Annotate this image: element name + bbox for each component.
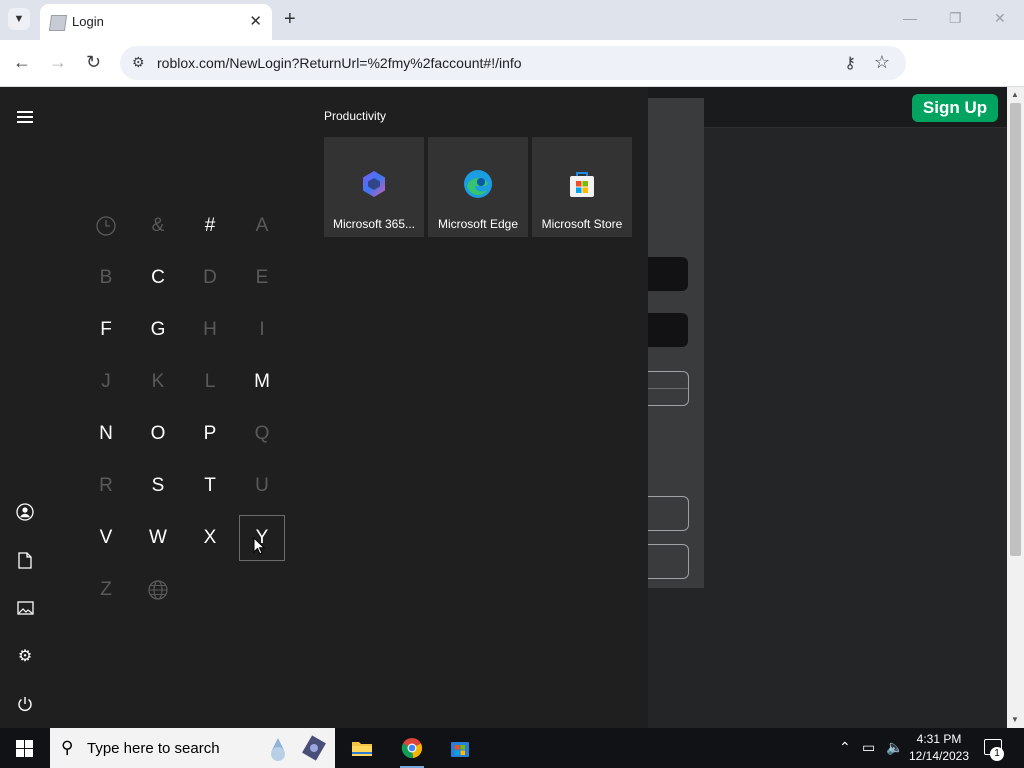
tile-microsoft-365[interactable]: Microsoft 365...: [324, 137, 424, 237]
minimize-icon[interactable]: —: [903, 10, 917, 26]
letter-jump-P[interactable]: P: [187, 411, 233, 457]
tab-search-button[interactable]: ▼: [8, 8, 30, 30]
tile-microsoft-store[interactable]: Microsoft Store: [532, 137, 632, 237]
microsoft-store-icon: [570, 172, 594, 197]
restore-icon[interactable]: ❐: [949, 10, 962, 27]
letter-jump-&: &: [151, 215, 165, 236]
tab-close-icon[interactable]: ✕: [249, 12, 262, 30]
letter-jump-C[interactable]: C: [135, 255, 181, 301]
window-close-icon[interactable]: ✕: [994, 10, 1006, 27]
forward-icon[interactable]: →: [49, 52, 67, 73]
back-icon[interactable]: ←: [13, 52, 31, 73]
letter-jump-U: U: [255, 475, 269, 496]
letter-jump-O[interactable]: O: [135, 411, 181, 457]
tile-label: Microsoft 365...: [332, 217, 416, 231]
show-hidden-icons-icon[interactable]: ⌃: [839, 739, 851, 756]
tab-title: Login: [72, 14, 104, 29]
site-info-icon[interactable]: ⚙: [132, 54, 145, 71]
pictures-icon[interactable]: [15, 598, 35, 618]
browser-tab-login[interactable]: Login ✕: [40, 4, 272, 40]
tile-label: Microsoft Store: [541, 217, 623, 231]
signup-button[interactable]: Sign Up: [912, 94, 998, 122]
letter-jump-L: L: [204, 371, 216, 392]
new-tab-button[interactable]: +: [284, 8, 296, 30]
browser-tab-bar: ▼ Login ✕ + — ❐ ✕: [0, 0, 1024, 40]
letter-jump-N[interactable]: N: [83, 411, 129, 457]
letter-jump-X[interactable]: X: [187, 515, 233, 561]
letter-jump-S[interactable]: S: [135, 463, 181, 509]
search-icon: ⚲: [61, 738, 74, 757]
bookmark-star-icon[interactable]: ☆: [874, 52, 890, 73]
tile-microsoft-edge[interactable]: Microsoft Edge: [428, 137, 528, 237]
clock-time: 4:31 PM: [916, 732, 962, 746]
letter-jump-D: D: [203, 267, 217, 288]
productivity-group-title: Productivity: [324, 109, 387, 123]
notification-badge: 1: [990, 747, 1004, 761]
letter-jump-V[interactable]: V: [83, 515, 129, 561]
search-placeholder: Type here to search: [87, 740, 220, 757]
tile-label: Microsoft Edge: [437, 217, 519, 231]
taskbar: ⚲ Type here to search ⌃ ▭ 🔈 4:31 PM 12/1…: [0, 728, 1024, 768]
reload-icon[interactable]: ↻: [86, 52, 101, 73]
mouse-cursor-icon: [253, 537, 265, 555]
letter-jump-Q: Q: [254, 423, 270, 444]
scroll-thumb[interactable]: [1010, 103, 1021, 556]
windows-start-button[interactable]: [0, 728, 48, 768]
url-text[interactable]: roblox.com/NewLogin?ReturnUrl=%2fmy%2fac…: [157, 55, 522, 71]
letter-jump-G[interactable]: G: [135, 307, 181, 353]
letter-jump-I: I: [259, 319, 265, 340]
password-key-icon[interactable]: ⚷: [844, 53, 856, 73]
documents-icon[interactable]: [15, 550, 35, 570]
letter-jump-R: R: [99, 475, 113, 496]
letter-jump-J: J: [101, 371, 111, 392]
chrome-icon: [401, 738, 423, 759]
globe-icon: [135, 567, 181, 613]
letter-jump-F[interactable]: F: [83, 307, 129, 353]
browser-toolbar: ← → ↻ ⚙ roblox.com/NewLogin?ReturnUrl=%2…: [0, 40, 1024, 114]
volume-muted-icon[interactable]: 🔈: [886, 739, 903, 756]
microsoft-edge-icon: [464, 170, 492, 198]
letter-jump-H: H: [203, 319, 217, 340]
letter-jump-E: E: [255, 267, 269, 288]
roblox-favicon-icon: [48, 15, 68, 31]
letter-jump-B: B: [99, 267, 113, 288]
clock-date: 12/14/2023: [908, 749, 970, 763]
scroll-up-icon[interactable]: ▲: [1011, 90, 1019, 99]
taskbar-file-explorer[interactable]: [338, 728, 386, 768]
letter-jump-A: A: [255, 215, 269, 236]
search-highlight-illustration-icon: [271, 735, 326, 761]
letter-jump-W[interactable]: W: [135, 515, 181, 561]
taskbar-chrome[interactable]: [388, 728, 436, 768]
power-icon[interactable]: [15, 694, 35, 714]
microsoft-365-icon: [363, 171, 385, 197]
letter-jump-M[interactable]: M: [239, 359, 285, 405]
taskbar-microsoft-store[interactable]: [436, 728, 484, 768]
taskbar-search-box[interactable]: ⚲ Type here to search: [50, 728, 335, 768]
store-icon: [451, 742, 469, 757]
scroll-down-icon[interactable]: ▼: [1011, 715, 1019, 724]
settings-gear-icon[interactable]: ⚙: [15, 646, 35, 666]
letter-jump-T[interactable]: T: [187, 463, 233, 509]
network-icon[interactable]: ▭: [862, 739, 875, 756]
recent-clock-icon: [83, 203, 129, 249]
file-explorer-icon: [352, 742, 372, 756]
address-bar[interactable]: ⚙ roblox.com/NewLogin?ReturnUrl=%2fmy%2f…: [120, 46, 906, 80]
system-clock[interactable]: 4:31 PM 12/14/2023: [904, 731, 974, 765]
windows-logo-icon: [15, 739, 33, 757]
letter-jump-K: K: [151, 371, 165, 392]
user-account-icon[interactable]: [15, 502, 35, 522]
letter-jump-Z: Z: [100, 579, 112, 600]
hamburger-menu-icon[interactable]: [17, 111, 33, 123]
letter-jump-#[interactable]: #: [187, 203, 233, 249]
